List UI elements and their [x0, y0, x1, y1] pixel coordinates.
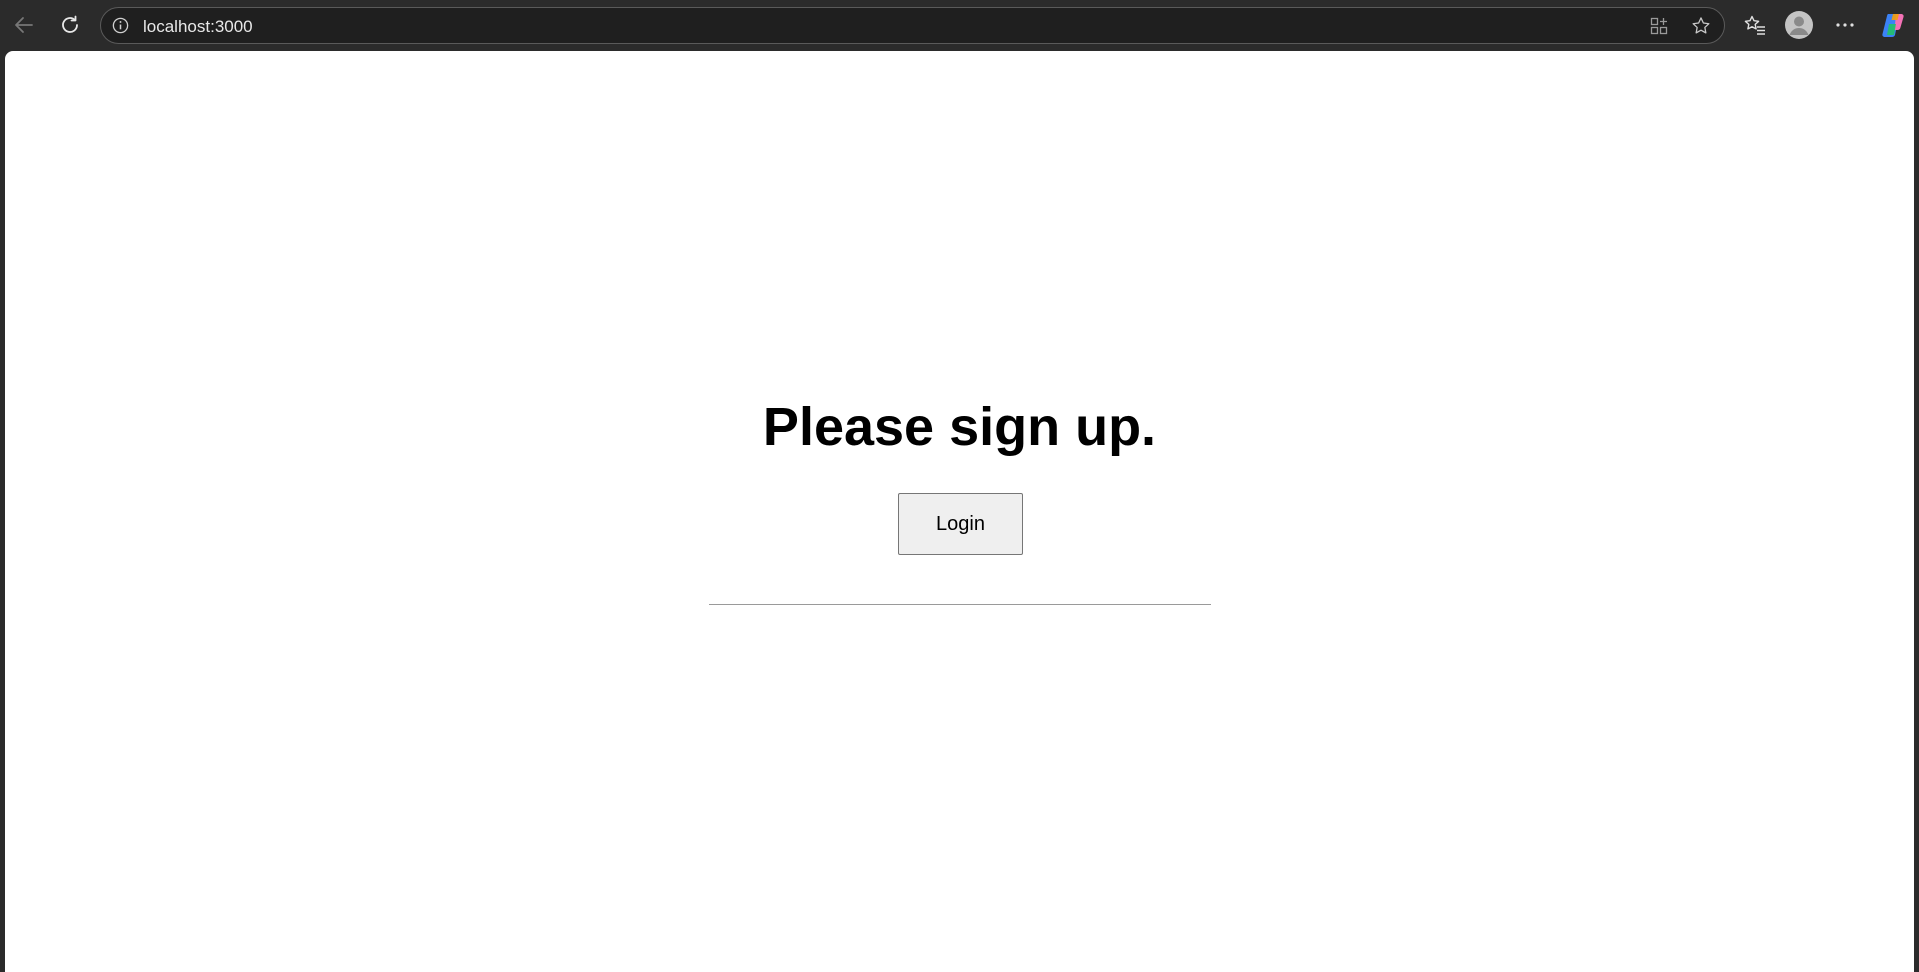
copilot-button[interactable]	[1877, 9, 1909, 41]
login-button[interactable]: Login	[898, 493, 1023, 555]
url-text[interactable]: localhost:3000	[143, 17, 253, 37]
favorites-icon	[1744, 15, 1765, 35]
apps-button[interactable]	[1649, 16, 1669, 41]
site-info-button[interactable]	[111, 16, 130, 40]
address-bar[interactable]: localhost:3000	[100, 7, 1725, 44]
favorites-button[interactable]	[1739, 9, 1771, 41]
divider	[709, 604, 1211, 605]
star-icon	[1692, 17, 1710, 34]
browser-toolbar: localhost:3000	[0, 0, 1919, 50]
copilot-icon	[1882, 14, 1904, 37]
page-viewport: Please sign up. Login	[5, 51, 1914, 972]
reload-icon	[62, 15, 78, 33]
info-icon	[112, 17, 129, 34]
back-button[interactable]	[8, 9, 40, 41]
app-grid-icon	[1650, 17, 1668, 35]
profile-button[interactable]	[1783, 9, 1815, 41]
page-title: Please sign up.	[762, 397, 1157, 457]
arrow-left-icon	[15, 17, 33, 33]
more-dots-icon	[1836, 23, 1854, 27]
reload-button[interactable]	[54, 9, 86, 41]
favorite-button[interactable]	[1690, 15, 1712, 42]
more-button[interactable]	[1829, 9, 1861, 41]
avatar-icon	[1785, 11, 1813, 39]
